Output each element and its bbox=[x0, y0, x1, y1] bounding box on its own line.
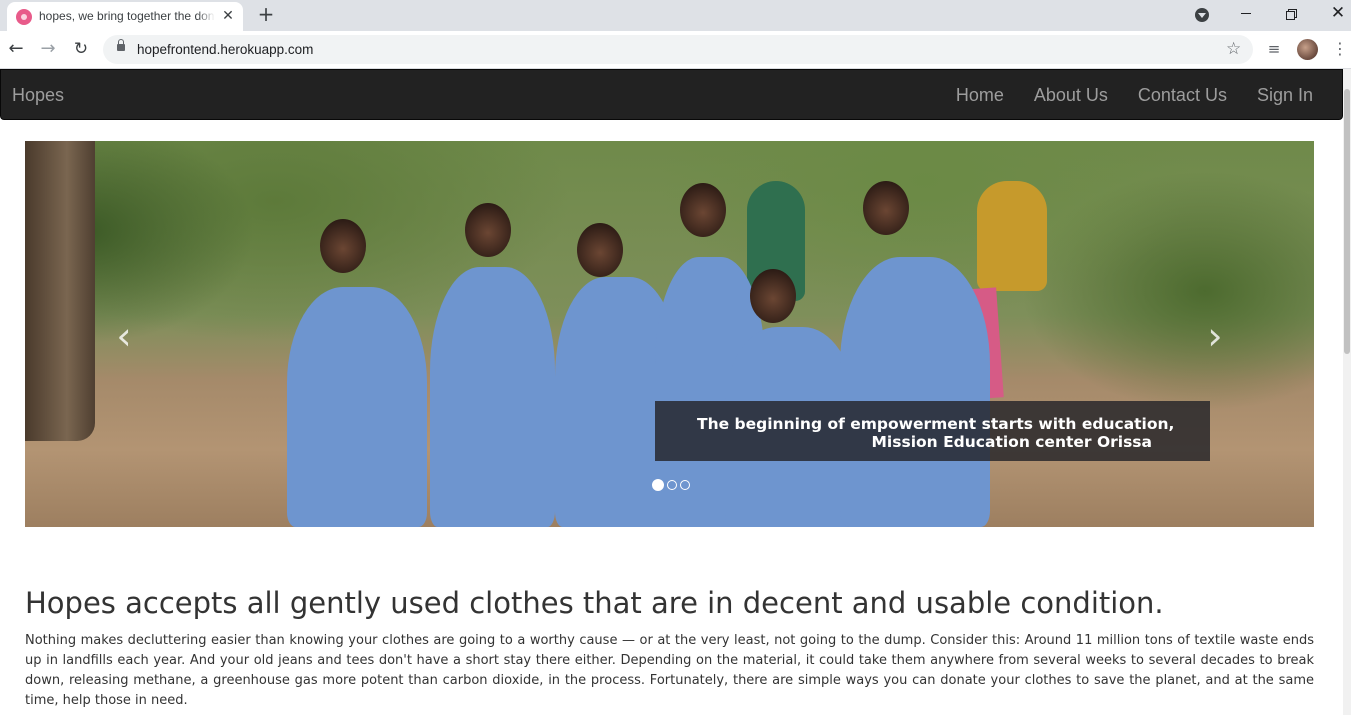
lock-icon[interactable] bbox=[117, 39, 125, 51]
child-head bbox=[680, 183, 726, 237]
nav-links: Home About Us Contact Us Sign In bbox=[956, 85, 1313, 106]
browser-toolbar: ← → ↻ hopefrontend.herokuapp.com ☆ ≡ ⋮ bbox=[0, 31, 1351, 69]
tab-title: hopes, we bring together the donors bbox=[39, 9, 215, 23]
nav-link-contact[interactable]: Contact Us bbox=[1138, 85, 1227, 106]
nav-link-home[interactable]: Home bbox=[956, 85, 1004, 106]
hero-carousel: ‹ › The beginning of empowerment starts … bbox=[25, 141, 1314, 527]
nav-link-signin[interactable]: Sign In bbox=[1257, 85, 1313, 106]
page-headline: Hopes accepts all gently used clothes th… bbox=[25, 586, 1164, 620]
page-viewport: Hopes Home About Us Contact Us Sign In ‹… bbox=[0, 69, 1351, 715]
child-head bbox=[750, 269, 796, 323]
child-head bbox=[577, 223, 623, 277]
restore-button[interactable] bbox=[1282, 3, 1302, 23]
favicon-icon bbox=[16, 9, 32, 25]
tree-trunk bbox=[25, 141, 95, 441]
carousel-next-control[interactable]: › bbox=[1200, 316, 1230, 356]
browser-tab[interactable]: hopes, we bring together the donors ✕ bbox=[7, 2, 243, 31]
tab-search-icon[interactable] bbox=[1195, 8, 1209, 22]
child-figure bbox=[287, 287, 427, 527]
intro-paragraph: Nothing makes decluttering easier than k… bbox=[25, 633, 1314, 708]
brand-logo[interactable]: Hopes bbox=[12, 85, 64, 106]
kebab-menu-icon[interactable]: ⋮ bbox=[1330, 39, 1350, 59]
profile-avatar[interactable] bbox=[1297, 39, 1318, 60]
minimize-button[interactable] bbox=[1236, 3, 1256, 23]
nav-link-about[interactable]: About Us bbox=[1034, 85, 1108, 106]
close-window-button[interactable]: ✕ bbox=[1328, 3, 1348, 23]
page-scrollbar[interactable] bbox=[1343, 69, 1351, 715]
media-controls-icon[interactable]: ≡ bbox=[1264, 39, 1284, 59]
carousel-indicator-1[interactable] bbox=[652, 479, 664, 491]
scrollbar-thumb[interactable] bbox=[1344, 89, 1350, 354]
carousel-prev-control[interactable]: ‹ bbox=[109, 316, 139, 356]
child-head bbox=[863, 181, 909, 235]
site-navbar: Hopes Home About Us Contact Us Sign In bbox=[0, 69, 1343, 120]
tab-close-icon[interactable]: ✕ bbox=[219, 7, 237, 25]
caption-line-2: Mission Education center Orissa bbox=[871, 433, 1153, 451]
url-text[interactable]: hopefrontend.herokuapp.com bbox=[137, 42, 313, 57]
carousel-caption: The beginning of empowerment starts with… bbox=[655, 401, 1210, 461]
carousel-indicator-3[interactable] bbox=[680, 480, 690, 490]
child-head bbox=[465, 203, 511, 257]
new-tab-button[interactable]: + bbox=[256, 4, 276, 24]
forward-icon[interactable]: → bbox=[38, 39, 58, 59]
background-child bbox=[977, 181, 1047, 291]
address-bar[interactable]: hopefrontend.herokuapp.com ☆ bbox=[103, 35, 1253, 64]
caption-line-1: The beginning of empowerment starts with… bbox=[697, 415, 1175, 433]
carousel-indicator-2[interactable] bbox=[667, 480, 677, 490]
child-head bbox=[320, 219, 366, 273]
reload-icon[interactable]: ↻ bbox=[71, 39, 91, 59]
browser-tabstrip: hopes, we bring together the donors ✕ + … bbox=[0, 0, 1351, 31]
back-icon[interactable]: ← bbox=[6, 39, 26, 59]
child-figure bbox=[840, 257, 990, 527]
bookmark-star-icon[interactable]: ☆ bbox=[1226, 39, 1241, 59]
child-figure bbox=[430, 267, 555, 527]
carousel-indicators bbox=[652, 479, 690, 491]
